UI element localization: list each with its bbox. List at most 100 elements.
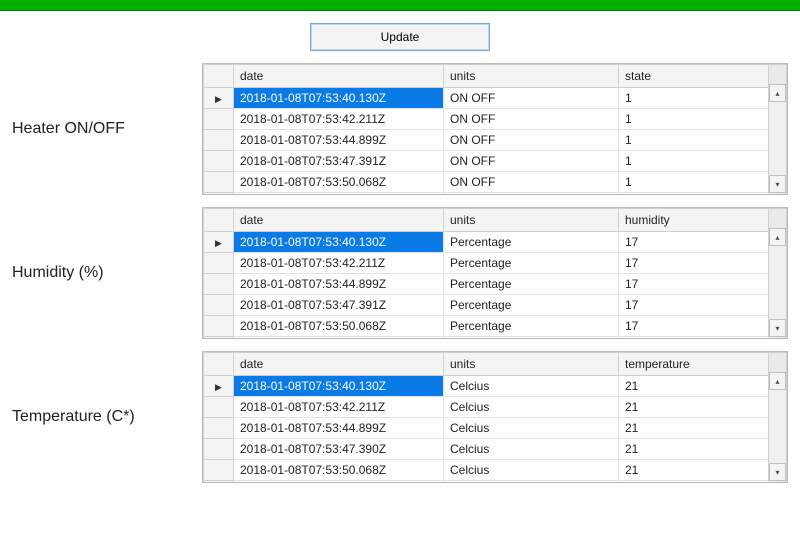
- scroll-up-icon[interactable]: ▴: [769, 84, 786, 102]
- table-row[interactable]: 2018-01-08T07:53:52.983ZCelcius18: [204, 481, 787, 483]
- cell-date[interactable]: 2018-01-08T07:53:42.211Z: [234, 109, 444, 130]
- table-row[interactable]: 2018-01-08T07:53:47.390ZCelcius21: [204, 439, 787, 460]
- cell-units[interactable]: Celcius: [444, 397, 619, 418]
- row-header[interactable]: [204, 316, 234, 337]
- cell-date[interactable]: 2018-01-08T07:53:50.068Z: [234, 316, 444, 337]
- cell-date[interactable]: 2018-01-08T07:53:40.130Z: [234, 232, 444, 253]
- cell-humidity[interactable]: 17: [619, 253, 769, 274]
- cell-date[interactable]: 2018-01-08T07:53:42.211Z: [234, 253, 444, 274]
- cell-state[interactable]: 1: [619, 109, 769, 130]
- cell-state[interactable]: 1: [619, 130, 769, 151]
- update-button[interactable]: Update: [310, 23, 490, 51]
- row-header[interactable]: [204, 253, 234, 274]
- table-row[interactable]: 2018-01-08T07:53:40.130ZON OFF1: [204, 88, 787, 109]
- column-header-date[interactable]: date: [234, 353, 444, 376]
- cell-date[interactable]: 2018-01-08T07:53:40.130Z: [234, 88, 444, 109]
- row-header[interactable]: [204, 232, 234, 253]
- cell-state[interactable]: 1: [619, 151, 769, 172]
- row-header[interactable]: [204, 295, 234, 316]
- row-header[interactable]: [204, 151, 234, 172]
- cell-units[interactable]: Celcius: [444, 376, 619, 397]
- column-header-date[interactable]: date: [234, 65, 444, 88]
- cell-date[interactable]: 2018-01-08T07:53:50.068Z: [234, 460, 444, 481]
- cell-humidity[interactable]: 17: [619, 232, 769, 253]
- row-header[interactable]: [204, 172, 234, 193]
- cell-units[interactable]: Percentage: [444, 316, 619, 337]
- table-row[interactable]: 2018-01-08T07:53:40.130ZPercentage17: [204, 232, 787, 253]
- column-header-units[interactable]: units: [444, 353, 619, 376]
- scroll-down-icon[interactable]: ▾: [769, 175, 786, 193]
- column-header-temperature[interactable]: temperature: [619, 353, 769, 376]
- vertical-scrollbar[interactable]: ▴▾: [768, 228, 786, 337]
- cell-date[interactable]: 2018-01-08T07:53:44.899Z: [234, 418, 444, 439]
- table-row[interactable]: 2018-01-08T07:53:40.130ZCelcius21: [204, 376, 787, 397]
- cell-temperature[interactable]: 21: [619, 397, 769, 418]
- column-header-date[interactable]: date: [234, 209, 444, 232]
- cell-units[interactable]: Percentage: [444, 253, 619, 274]
- scroll-up-icon[interactable]: ▴: [769, 372, 786, 390]
- row-header[interactable]: [204, 193, 234, 195]
- row-header[interactable]: [204, 418, 234, 439]
- table-row[interactable]: 2018-01-08T07:53:44.899ZON OFF1: [204, 130, 787, 151]
- cell-units[interactable]: ON OFF: [444, 193, 619, 195]
- table-row[interactable]: 2018-01-08T07:53:50.068ZCelcius21: [204, 460, 787, 481]
- scroll-track[interactable]: [769, 246, 786, 319]
- cell-temperature[interactable]: 21: [619, 376, 769, 397]
- vertical-scrollbar[interactable]: ▴▾: [768, 84, 786, 193]
- row-header[interactable]: [204, 337, 234, 339]
- cell-date[interactable]: 2018-01-08T07:53:52.983Z: [234, 193, 444, 195]
- cell-units[interactable]: Percentage: [444, 274, 619, 295]
- cell-humidity[interactable]: 17: [619, 274, 769, 295]
- cell-units[interactable]: Celcius: [444, 418, 619, 439]
- data-grid[interactable]: dateunitshumidity2018-01-08T07:53:40.130…: [202, 207, 788, 339]
- cell-temperature[interactable]: 21: [619, 418, 769, 439]
- cell-date[interactable]: 2018-01-08T07:53:52.983Z: [234, 481, 444, 483]
- cell-date[interactable]: 2018-01-08T07:53:47.390Z: [234, 439, 444, 460]
- row-header[interactable]: [204, 439, 234, 460]
- row-header[interactable]: [204, 376, 234, 397]
- scroll-track[interactable]: [769, 390, 786, 463]
- cell-units[interactable]: ON OFF: [444, 88, 619, 109]
- scroll-track[interactable]: [769, 102, 786, 175]
- cell-date[interactable]: 2018-01-08T07:53:47.391Z: [234, 295, 444, 316]
- table-row[interactable]: 2018-01-08T07:53:47.391ZPercentage17: [204, 295, 787, 316]
- scroll-down-icon[interactable]: ▾: [769, 463, 786, 481]
- table-row[interactable]: 2018-01-08T07:53:44.899ZCelcius21: [204, 418, 787, 439]
- table-row[interactable]: 2018-01-08T07:53:52.983ZON OFF0: [204, 193, 787, 195]
- cell-units[interactable]: Percentage: [444, 232, 619, 253]
- cell-units[interactable]: ON OFF: [444, 172, 619, 193]
- row-header[interactable]: [204, 274, 234, 295]
- cell-date[interactable]: 2018-01-08T07:53:44.899Z: [234, 274, 444, 295]
- row-header[interactable]: [204, 109, 234, 130]
- cell-units[interactable]: ON OFF: [444, 151, 619, 172]
- row-header[interactable]: [204, 397, 234, 418]
- cell-units[interactable]: ON OFF: [444, 130, 619, 151]
- vertical-scrollbar[interactable]: ▴▾: [768, 372, 786, 481]
- table-row[interactable]: 2018-01-08T07:53:50.068ZON OFF1: [204, 172, 787, 193]
- cell-units[interactable]: Percentage: [444, 337, 619, 339]
- cell-date[interactable]: 2018-01-08T07:53:52.983Z: [234, 337, 444, 339]
- table-row[interactable]: 2018-01-08T07:53:42.211ZPercentage17: [204, 253, 787, 274]
- row-header[interactable]: [204, 481, 234, 483]
- table-row[interactable]: 2018-01-08T07:53:42.211ZON OFF1: [204, 109, 787, 130]
- column-header-state[interactable]: state: [619, 65, 769, 88]
- cell-units[interactable]: Percentage: [444, 295, 619, 316]
- scroll-up-icon[interactable]: ▴: [769, 228, 786, 246]
- cell-date[interactable]: 2018-01-08T07:53:42.211Z: [234, 397, 444, 418]
- cell-units[interactable]: Celcius: [444, 439, 619, 460]
- cell-state[interactable]: 0: [619, 193, 769, 195]
- cell-date[interactable]: 2018-01-08T07:53:47.391Z: [234, 151, 444, 172]
- cell-humidity[interactable]: 17: [619, 295, 769, 316]
- cell-state[interactable]: 1: [619, 88, 769, 109]
- cell-date[interactable]: 2018-01-08T07:53:50.068Z: [234, 172, 444, 193]
- row-header[interactable]: [204, 88, 234, 109]
- table-row[interactable]: 2018-01-08T07:53:52.983ZPercentage16: [204, 337, 787, 339]
- cell-temperature[interactable]: 21: [619, 460, 769, 481]
- column-header-units[interactable]: units: [444, 65, 619, 88]
- table-row[interactable]: 2018-01-08T07:53:44.899ZPercentage17: [204, 274, 787, 295]
- cell-humidity[interactable]: 16: [619, 337, 769, 339]
- column-header-humidity[interactable]: humidity: [619, 209, 769, 232]
- cell-date[interactable]: 2018-01-08T07:53:44.899Z: [234, 130, 444, 151]
- cell-units[interactable]: ON OFF: [444, 109, 619, 130]
- scroll-down-icon[interactable]: ▾: [769, 319, 786, 337]
